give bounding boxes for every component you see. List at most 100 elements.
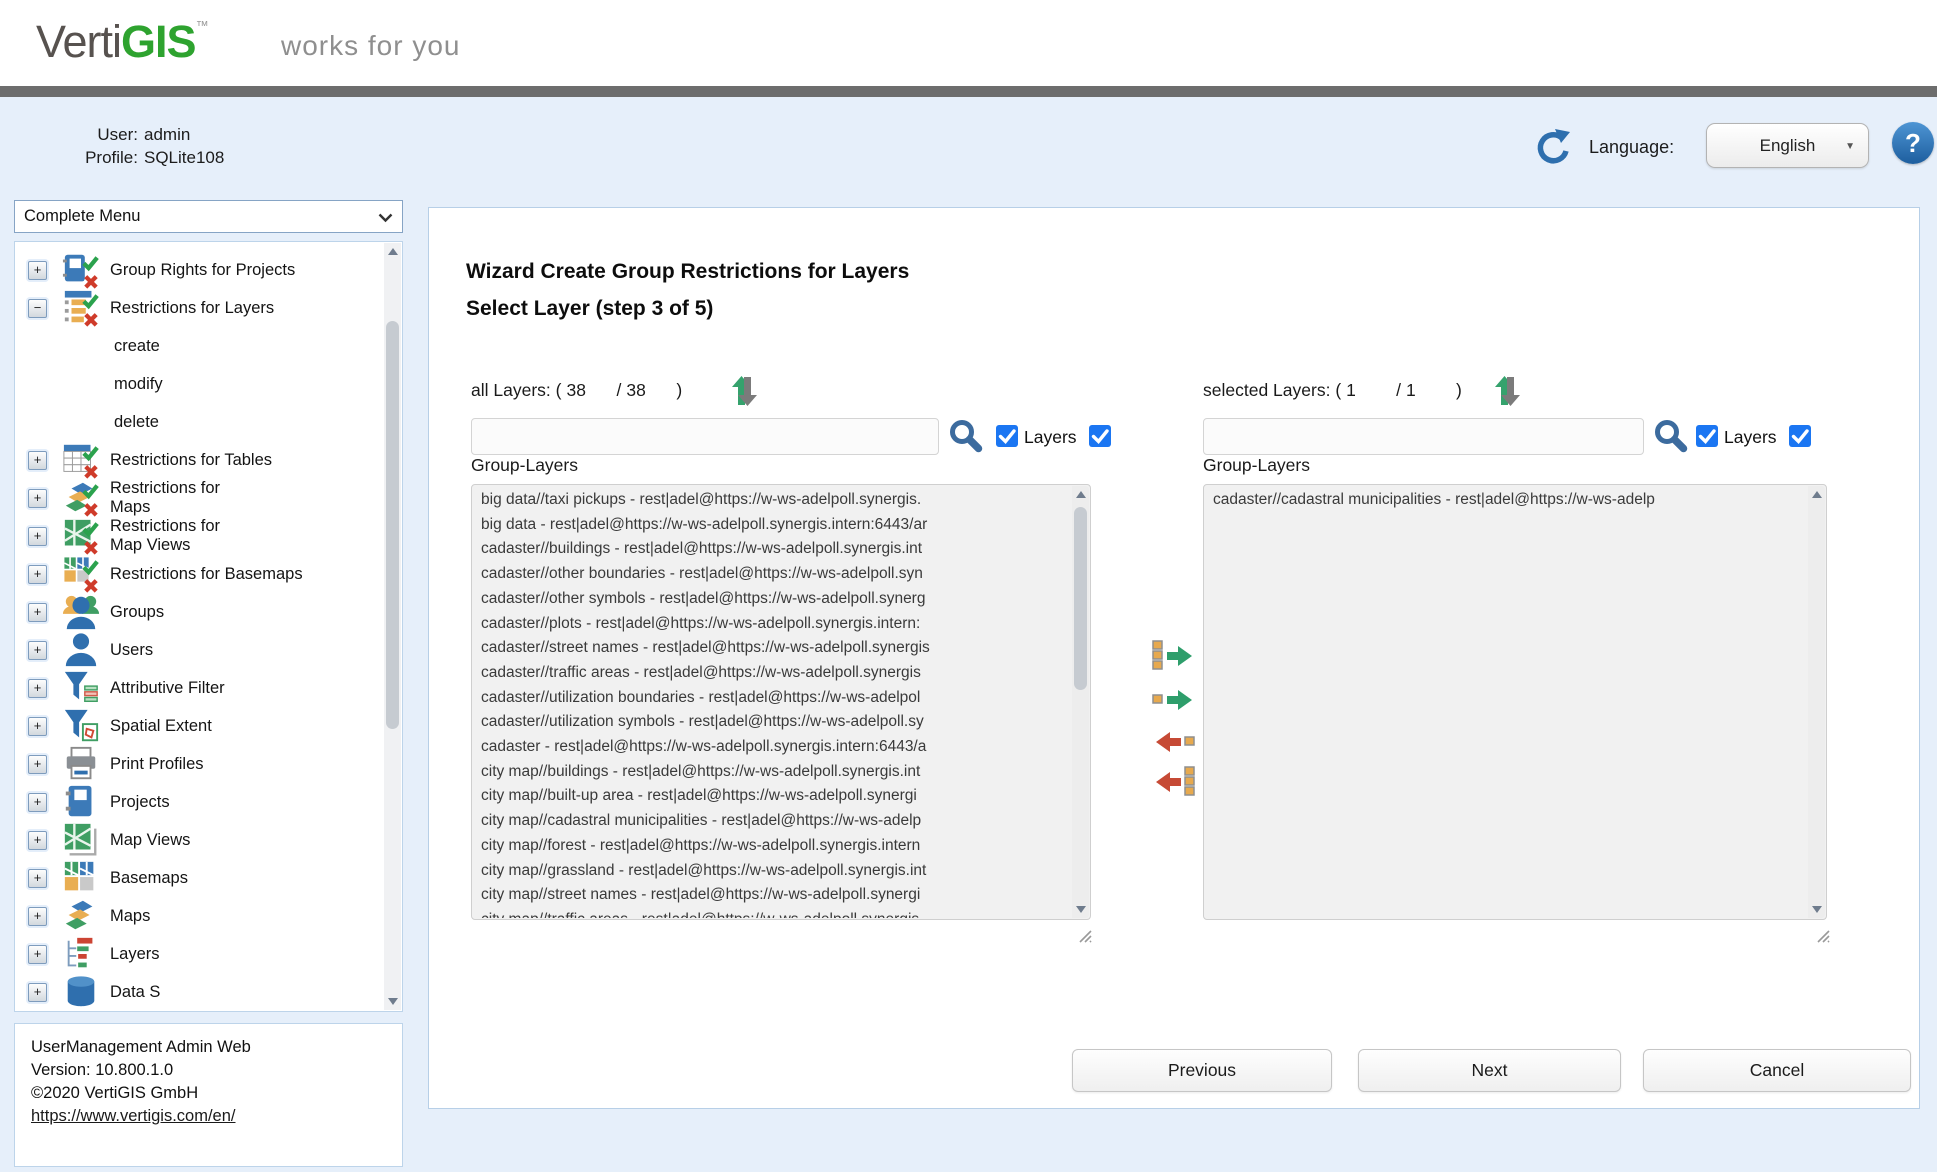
tree-item-maps[interactable]: + Maps <box>16 897 384 935</box>
scroll-down-arrow[interactable] <box>384 993 401 1010</box>
vertigis-link[interactable]: https://www.vertigis.com/en/ <box>31 1107 236 1125</box>
tree-item-users[interactable]: +Users <box>16 631 384 669</box>
scroll-up-arrow[interactable] <box>1072 486 1089 503</box>
tree-item-label[interactable]: Basemaps <box>110 869 188 888</box>
tree-item-restrictions-for-basemaps[interactable]: + Restrictions for Basemaps <box>16 555 384 593</box>
tree-item-label[interactable]: Projects <box>110 793 170 812</box>
expand-toggle-icon[interactable]: + <box>28 907 47 926</box>
list-item[interactable]: cadaster//buildings - rest|adel@https://… <box>473 537 1072 562</box>
tree-item-delete[interactable]: delete <box>16 403 384 441</box>
tree-item-label[interactable]: Layers <box>110 945 160 964</box>
language-dropdown[interactable]: English ▼ <box>1706 123 1869 168</box>
expand-toggle-icon[interactable]: + <box>28 565 47 584</box>
tree-item-print-profiles[interactable]: + Print Profiles <box>16 745 384 783</box>
move-all-right-button[interactable] <box>1151 638 1199 676</box>
search-icon[interactable] <box>1653 419 1689 460</box>
list-item[interactable]: cadaster//other boundaries - rest|adel@h… <box>473 562 1072 587</box>
expand-toggle-icon[interactable]: + <box>28 945 47 964</box>
layers-filter-checkbox-left[interactable] <box>996 425 1018 447</box>
expand-toggle-icon[interactable]: + <box>28 755 47 774</box>
tree-item-basemaps[interactable]: + Basemaps <box>16 859 384 897</box>
scrollbar-thumb[interactable] <box>386 321 399 729</box>
tree-item-label[interactable]: Attributive Filter <box>110 679 225 698</box>
secondary-filter-checkbox-left[interactable] <box>1089 425 1111 447</box>
tree-item-restrictions-for-layers[interactable]: − Restrictions for Layers <box>16 289 384 327</box>
menu-mode-select[interactable]: Complete Menu <box>14 200 403 233</box>
collapse-toggle-icon[interactable]: − <box>28 299 47 318</box>
list-item[interactable]: big data - rest|adel@https://w-ws-adelpo… <box>473 513 1072 538</box>
tree-item-spatial-extent[interactable]: +Spatial Extent <box>16 707 384 745</box>
resize-grip[interactable] <box>1817 930 1830 948</box>
tree-item-restrictions-for-tables[interactable]: + Restrictions for Tables <box>16 441 384 479</box>
tree-item-modify[interactable]: modify <box>16 365 384 403</box>
tree-item-group-rights-for-projects[interactable]: + Group Rights for Projects <box>16 251 384 289</box>
tree-item-label[interactable]: Restrictions for Tables <box>110 451 272 470</box>
resize-grip[interactable] <box>1079 930 1092 948</box>
expand-toggle-icon[interactable]: + <box>28 451 47 470</box>
tree-item-label[interactable]: delete <box>114 413 159 432</box>
layers-filter-checkbox-right[interactable] <box>1696 425 1718 447</box>
tree-item-map-views[interactable]: + Map Views <box>16 821 384 859</box>
tree-item-label[interactable]: Groups <box>110 603 164 622</box>
tree-item-label[interactable]: Maps <box>110 907 150 926</box>
tree-item-label[interactable]: Users <box>110 641 153 660</box>
list-item[interactable]: city map//street names - rest|adel@https… <box>473 883 1072 908</box>
tree-item-create[interactable]: create <box>16 327 384 365</box>
tree-item-label[interactable]: Print Profiles <box>110 755 204 774</box>
scrollbar-thumb[interactable] <box>1074 507 1087 690</box>
sort-arrows-icon[interactable] <box>1491 374 1527 413</box>
next-button[interactable]: Next <box>1358 1049 1621 1092</box>
list-item[interactable]: cadaster//other symbols - rest|adel@http… <box>473 587 1072 612</box>
list-item[interactable]: cadaster//utilization boundaries - rest|… <box>473 686 1072 711</box>
list-item[interactable]: city map//forest - rest|adel@https://w-w… <box>473 834 1072 859</box>
list-item[interactable]: city map//cadastral municipalities - res… <box>473 809 1072 834</box>
expand-toggle-icon[interactable]: + <box>28 527 47 546</box>
tree-item-label[interactable]: modify <box>114 375 163 394</box>
tree-item-label[interactable]: Restrictions for Layers <box>110 299 274 318</box>
tree-item-label[interactable]: Restrictions for Basemaps <box>110 565 303 584</box>
list-item[interactable]: city map//grassland - rest|adel@https://… <box>473 859 1072 884</box>
list-item[interactable]: big data//taxi pickups - rest|adel@https… <box>473 488 1072 513</box>
tree-item-label[interactable]: Restrictions for Map Views <box>110 517 220 555</box>
tree-item-layers[interactable]: + Layers <box>16 935 384 973</box>
expand-toggle-icon[interactable]: + <box>28 869 47 888</box>
tree-item-projects[interactable]: + Projects <box>16 783 384 821</box>
move-selected-right-button[interactable] <box>1151 682 1199 720</box>
filter-input-right[interactable] <box>1203 418 1644 455</box>
help-icon[interactable]: ? <box>1892 122 1934 164</box>
tree-item-label[interactable]: Data S <box>110 983 160 1002</box>
tree-item-data-s[interactable]: + Data S <box>16 973 384 1010</box>
cancel-button[interactable]: Cancel <box>1643 1049 1911 1092</box>
filter-input-left[interactable] <box>471 418 939 455</box>
tree-item-restrictions-for-map-views[interactable]: + Restrictions for Map Views <box>16 517 384 555</box>
previous-button[interactable]: Previous <box>1072 1049 1332 1092</box>
scroll-down-arrow[interactable] <box>1072 901 1089 918</box>
tree-scrollbar[interactable] <box>384 243 401 1010</box>
tree-item-attributive-filter[interactable]: +Attributive Filter <box>16 669 384 707</box>
secondary-filter-checkbox-right[interactable] <box>1789 425 1811 447</box>
tree-item-label[interactable]: Group Rights for Projects <box>110 261 295 280</box>
list-item[interactable]: cadaster//cadastral municipalities - res… <box>1205 488 1808 513</box>
search-icon[interactable] <box>948 419 984 460</box>
list-left-scrollbar[interactable] <box>1072 486 1089 918</box>
list-item[interactable]: cadaster//utilization symbols - rest|ade… <box>473 710 1072 735</box>
expand-toggle-icon[interactable]: + <box>28 261 47 280</box>
list-item[interactable]: cadaster - rest|adel@https://w-ws-adelpo… <box>473 735 1072 760</box>
expand-toggle-icon[interactable]: + <box>28 793 47 812</box>
sort-arrows-icon[interactable] <box>728 374 764 413</box>
expand-toggle-icon[interactable]: + <box>28 831 47 850</box>
tree-item-label[interactable]: Restrictions for Maps <box>110 479 220 517</box>
list-item[interactable]: cadaster//plots - rest|adel@https://w-ws… <box>473 612 1072 637</box>
refresh-icon[interactable] <box>1533 126 1575 168</box>
tree-item-groups[interactable]: +Groups <box>16 593 384 631</box>
list-item[interactable]: cadaster//traffic areas - rest|adel@http… <box>473 661 1072 686</box>
move-selected-left-button[interactable] <box>1151 724 1199 762</box>
tree-item-restrictions-for-maps[interactable]: +Restrictions for Maps <box>16 479 384 517</box>
expand-toggle-icon[interactable]: + <box>28 717 47 736</box>
expand-toggle-icon[interactable]: + <box>28 983 47 1002</box>
list-item[interactable]: city map//traffic areas - rest|adel@http… <box>473 908 1072 918</box>
tree-item-label[interactable]: Map Views <box>110 831 190 850</box>
move-all-left-button[interactable] <box>1151 764 1199 802</box>
scroll-down-arrow[interactable] <box>1808 901 1825 918</box>
scroll-up-arrow[interactable] <box>1808 486 1825 503</box>
